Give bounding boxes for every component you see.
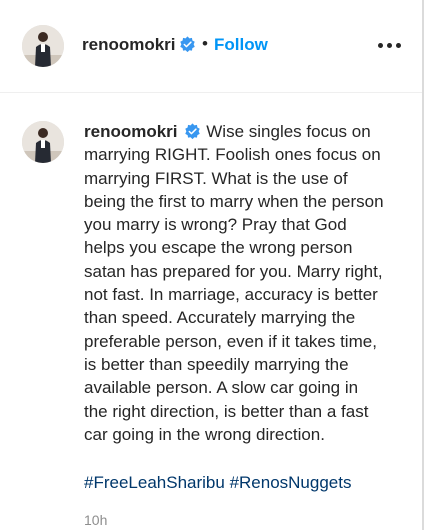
avatar[interactable]: [22, 25, 64, 67]
verified-badge-icon: [180, 36, 195, 53]
hashtag-link[interactable]: #FreeLeahSharibu: [84, 473, 225, 492]
profile-photo: [22, 25, 64, 67]
post-header: renoomokri • Follow: [0, 0, 422, 93]
more-options-icon[interactable]: [378, 37, 402, 53]
post-caption: renoomokri Wise singles focus on marryin…: [84, 120, 384, 446]
header-username[interactable]: renoomokri: [82, 35, 176, 55]
verified-badge-icon: [185, 123, 200, 140]
hashtag-link[interactable]: #RenosNuggets: [230, 473, 352, 492]
caption-text: Wise singles focus on marrying RIGHT. Fo…: [84, 122, 384, 444]
caption-username[interactable]: renoomokri: [84, 122, 178, 141]
profile-photo: [22, 121, 64, 163]
separator-dot: •: [202, 34, 208, 53]
follow-button[interactable]: Follow: [214, 35, 268, 55]
caption-avatar[interactable]: [22, 121, 64, 163]
hashtags: #FreeLeahSharibu #RenosNuggets: [84, 473, 351, 493]
post-timestamp[interactable]: 10h: [84, 512, 107, 528]
